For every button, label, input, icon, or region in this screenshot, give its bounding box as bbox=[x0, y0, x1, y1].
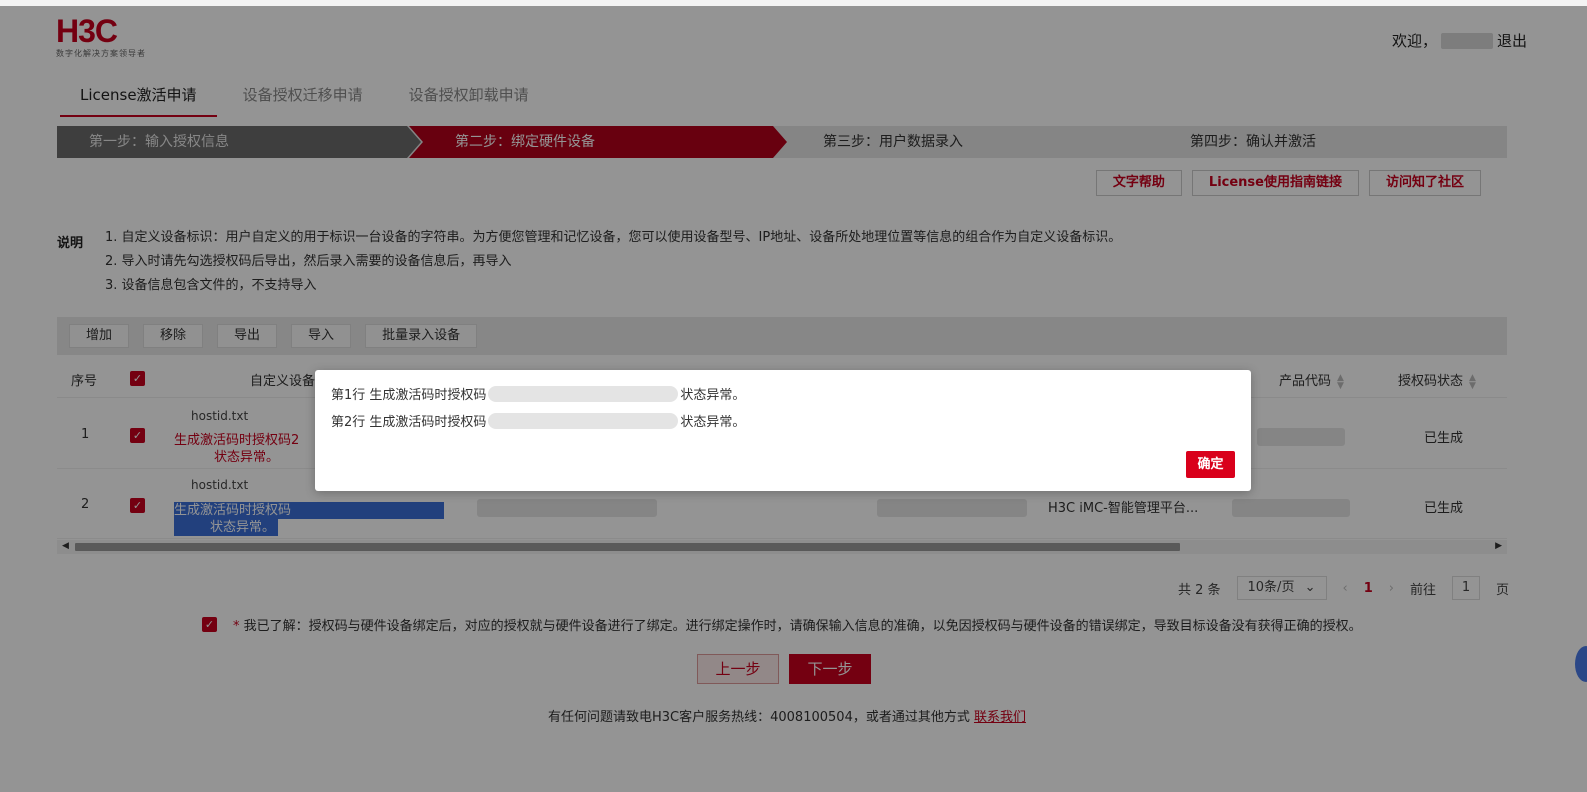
dialog-line2-suffix: 状态异常。 bbox=[680, 415, 746, 430]
error-dialog: 第1行 生成激活码时授权码 状态异常。 第2行 生成激活码时授权码 状态异常。 … bbox=[315, 370, 1251, 491]
dialog-line1-prefix: 第1行 生成激活码时授权码 bbox=[331, 388, 487, 403]
dialog-line2-prefix: 第2行 生成激活码时授权码 bbox=[331, 415, 487, 430]
dialog-line1-suffix: 状态异常。 bbox=[680, 388, 746, 403]
redacted-auth-code bbox=[488, 385, 679, 402]
dialog-ok-button[interactable]: 确定 bbox=[1186, 451, 1235, 478]
redacted-auth-code bbox=[488, 412, 679, 429]
dialog-message-line2: 第2行 生成激活码时授权码 状态异常。 bbox=[331, 411, 745, 430]
dialog-message-line1: 第1行 生成激活码时授权码 状态异常。 bbox=[331, 384, 745, 403]
